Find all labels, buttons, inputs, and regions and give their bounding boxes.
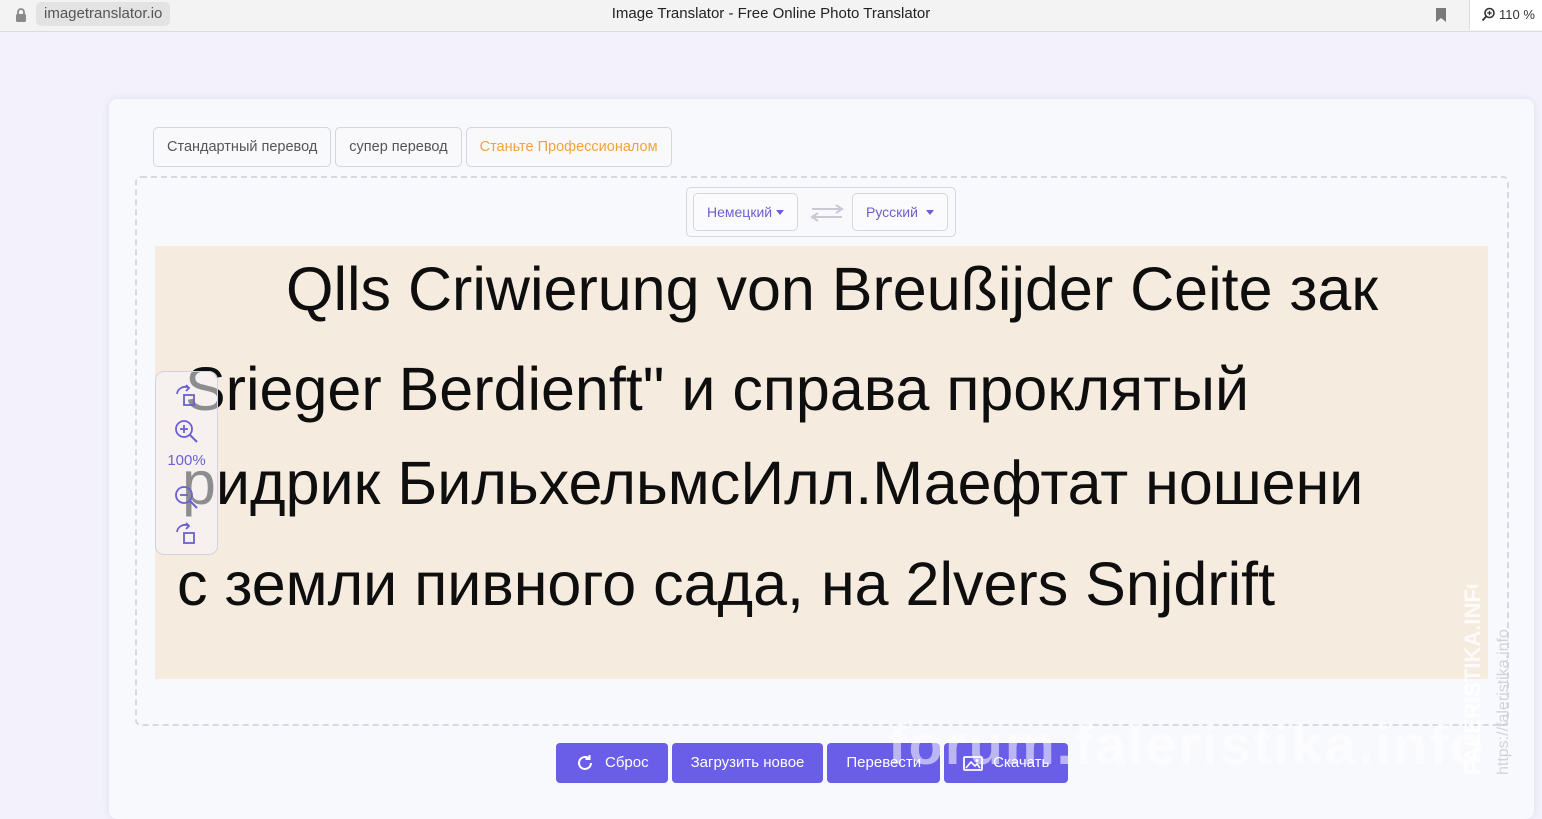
chevron-down-icon [776, 210, 785, 215]
browser-page-title: Image Translator - Free Online Photo Tra… [611, 5, 931, 22]
image-dropzone: Немецкий Русский Qlls Criwierung von Bre… [135, 176, 1509, 726]
translator-card: Стандартный перевод супер перевод Станьт… [109, 99, 1534, 819]
zoom-in-icon[interactable] [173, 418, 199, 444]
chevron-down-icon [925, 210, 934, 215]
language-bar: Немецкий Русский [686, 187, 956, 237]
browser-zoom-value: 110 % [1499, 7, 1535, 22]
source-language-label: Немецкий [707, 204, 773, 220]
source-language-select[interactable]: Немецкий [693, 193, 799, 231]
translated-image: Qlls Criwierung von Breußijder Ceite зак… [155, 246, 1488, 679]
forum-watermark: forum.faleristika.info [888, 713, 1486, 776]
zoom-out-icon[interactable] [173, 484, 199, 510]
upload-new-button[interactable]: Загрузить новое [671, 743, 824, 783]
image-text-line: с земли пивного сада, на 2lvers Snjdrift [177, 550, 1276, 618]
bookmark-icon[interactable] [1434, 7, 1448, 23]
image-zoom-controls: 100% [155, 371, 218, 555]
target-language-label: Русский [866, 204, 918, 220]
image-text-line: Qlls Criwierung von Breußijder Ceite зак [286, 255, 1379, 323]
tab-standard-translation[interactable]: Стандартный перевод [153, 127, 332, 167]
target-language-select[interactable]: Русский [852, 193, 948, 231]
mode-tabs: Стандартный перевод супер перевод Станьт… [153, 127, 672, 167]
rotate-left-icon[interactable] [173, 382, 199, 408]
reset-button[interactable]: Сброс [556, 743, 668, 783]
watermark-vertical-2: https://faleristika.info [1495, 629, 1512, 775]
browser-bar: imagetranslator.io Image Translator - Fr… [0, 0, 1542, 32]
image-text-line: Srieger Berdienft" и справа проклятый [185, 355, 1250, 423]
vertical-watermark: FALERISTIKA.INFO https://faleristika.inf… [1460, 585, 1512, 775]
zoom-magnifier-icon [1481, 7, 1495, 22]
tab-become-pro[interactable]: Станьте Профессионалом [465, 127, 672, 167]
swap-icon[interactable] [809, 203, 845, 223]
watermark-vertical-1: FALERISTIKA.INFO [1460, 585, 1485, 775]
upload-new-button-label: Загрузить новое [690, 754, 805, 771]
refresh-icon [578, 755, 592, 770]
zoom-level-value: 100% [167, 452, 206, 469]
image-text-line: ридрик БильхельмсИлл.Маефтат ношени [182, 449, 1364, 517]
rotate-right-icon[interactable] [173, 520, 199, 546]
reset-button-label: Сброс [605, 754, 649, 771]
browser-zoom-indicator[interactable]: 110 % [1469, 0, 1542, 30]
tab-super-translation[interactable]: супер перевод [335, 127, 462, 167]
